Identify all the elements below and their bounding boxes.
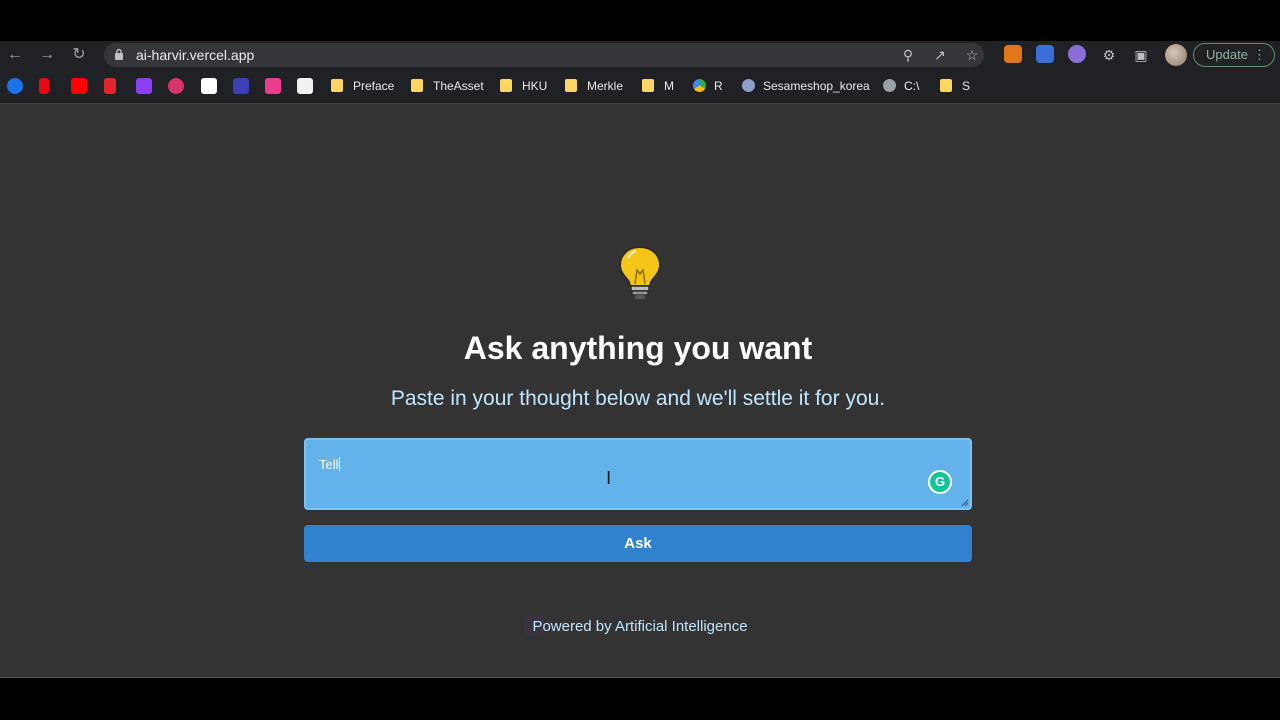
browser-toolbar: ← → ↻ ai-harvir.vercel.app ⚲ ↗ ☆ ⚙ ▣ Upd… — [0, 41, 1280, 69]
bookmarks-bar: Preface TheAsset HKU Merkle M R Sesamesh… — [0, 69, 1280, 104]
bookmark-item[interactable]: C:\ — [883, 78, 919, 94]
globe-icon — [883, 79, 896, 92]
footer-text: Powered by Artificial Intelligence — [532, 618, 748, 635]
drive-icon — [693, 79, 706, 92]
bookmark-folder[interactable]: M — [642, 78, 674, 94]
bookmark-folder[interactable]: Merkle — [565, 78, 623, 94]
text-cursor-icon: I — [606, 468, 612, 489]
folder-icon — [331, 79, 343, 92]
bookmark-folder[interactable]: HKU — [500, 78, 547, 94]
avatar[interactable] — [1165, 44, 1187, 66]
bookmark-favicon[interactable] — [39, 78, 49, 94]
bookmark-favicon[interactable] — [104, 78, 116, 94]
page-title: Ask anything you want — [463, 330, 813, 366]
reload-icon[interactable]: ↻ — [68, 45, 90, 65]
extension-icon[interactable] — [1036, 45, 1054, 63]
bookmark-folder[interactable]: Preface — [331, 78, 394, 94]
lightbulb-icon — [618, 245, 662, 299]
update-label: Update — [1206, 47, 1248, 62]
window-bottom-border — [0, 677, 1280, 720]
folder-icon — [500, 79, 512, 92]
bookmark-favicon[interactable] — [265, 78, 281, 94]
forward-arrow-icon[interactable]: → — [36, 45, 58, 65]
bookmark-item[interactable]: R — [693, 78, 723, 94]
bookmark-favicon[interactable] — [136, 78, 152, 94]
page-content: Ask anything you want Paste in your thou… — [0, 104, 1280, 677]
bookmark-favicon[interactable] — [7, 78, 23, 94]
bookmark-favicon[interactable] — [168, 78, 184, 94]
zoom-icon[interactable]: ⚲ — [898, 45, 918, 65]
puzzle-icon[interactable]: ⚙ — [1099, 45, 1119, 65]
sidepanel-icon[interactable]: ▣ — [1131, 45, 1151, 65]
back-arrow-icon[interactable]: ← — [4, 45, 26, 65]
update-button[interactable]: Update ⋮ — [1193, 43, 1275, 67]
folder-icon — [642, 79, 654, 92]
prompt-input-text: Tell — [319, 457, 340, 472]
bookmark-favicon[interactable] — [233, 78, 249, 94]
folder-icon — [940, 79, 952, 92]
metamask-icon[interactable] — [1004, 45, 1022, 63]
address-bar[interactable]: ai-harvir.vercel.app ⚲ ↗ ☆ — [104, 43, 984, 67]
bookmark-folder[interactable]: TheAsset — [411, 78, 484, 94]
bookmark-folder[interactable]: S — [940, 78, 970, 94]
bookmark-favicon[interactable] — [297, 78, 313, 94]
bookmark-favicon[interactable] — [71, 78, 87, 94]
menu-dots-icon[interactable]: ⋮ — [1253, 44, 1266, 66]
lock-icon — [115, 48, 123, 60]
site-icon — [742, 79, 755, 92]
page-subtitle: Paste in your thought below and we'll se… — [390, 387, 886, 410]
folder-icon — [411, 79, 423, 92]
share-icon[interactable]: ↗ — [930, 45, 950, 65]
prompt-input[interactable]: Tell I G — [304, 438, 972, 510]
window-top-border — [0, 0, 1280, 41]
url-text: ai-harvir.vercel.app — [136, 47, 255, 63]
ask-button[interactable]: Ask — [304, 525, 972, 562]
grammarly-icon[interactable]: G — [928, 470, 952, 494]
bookmark-favicon[interactable] — [201, 78, 217, 94]
bookmark-item[interactable]: Sesameshop_korea — [742, 78, 870, 94]
resize-handle-icon[interactable] — [961, 499, 969, 507]
star-icon[interactable]: ☆ — [962, 45, 982, 65]
extension-icon[interactable] — [1068, 45, 1086, 63]
folder-icon — [565, 79, 577, 92]
